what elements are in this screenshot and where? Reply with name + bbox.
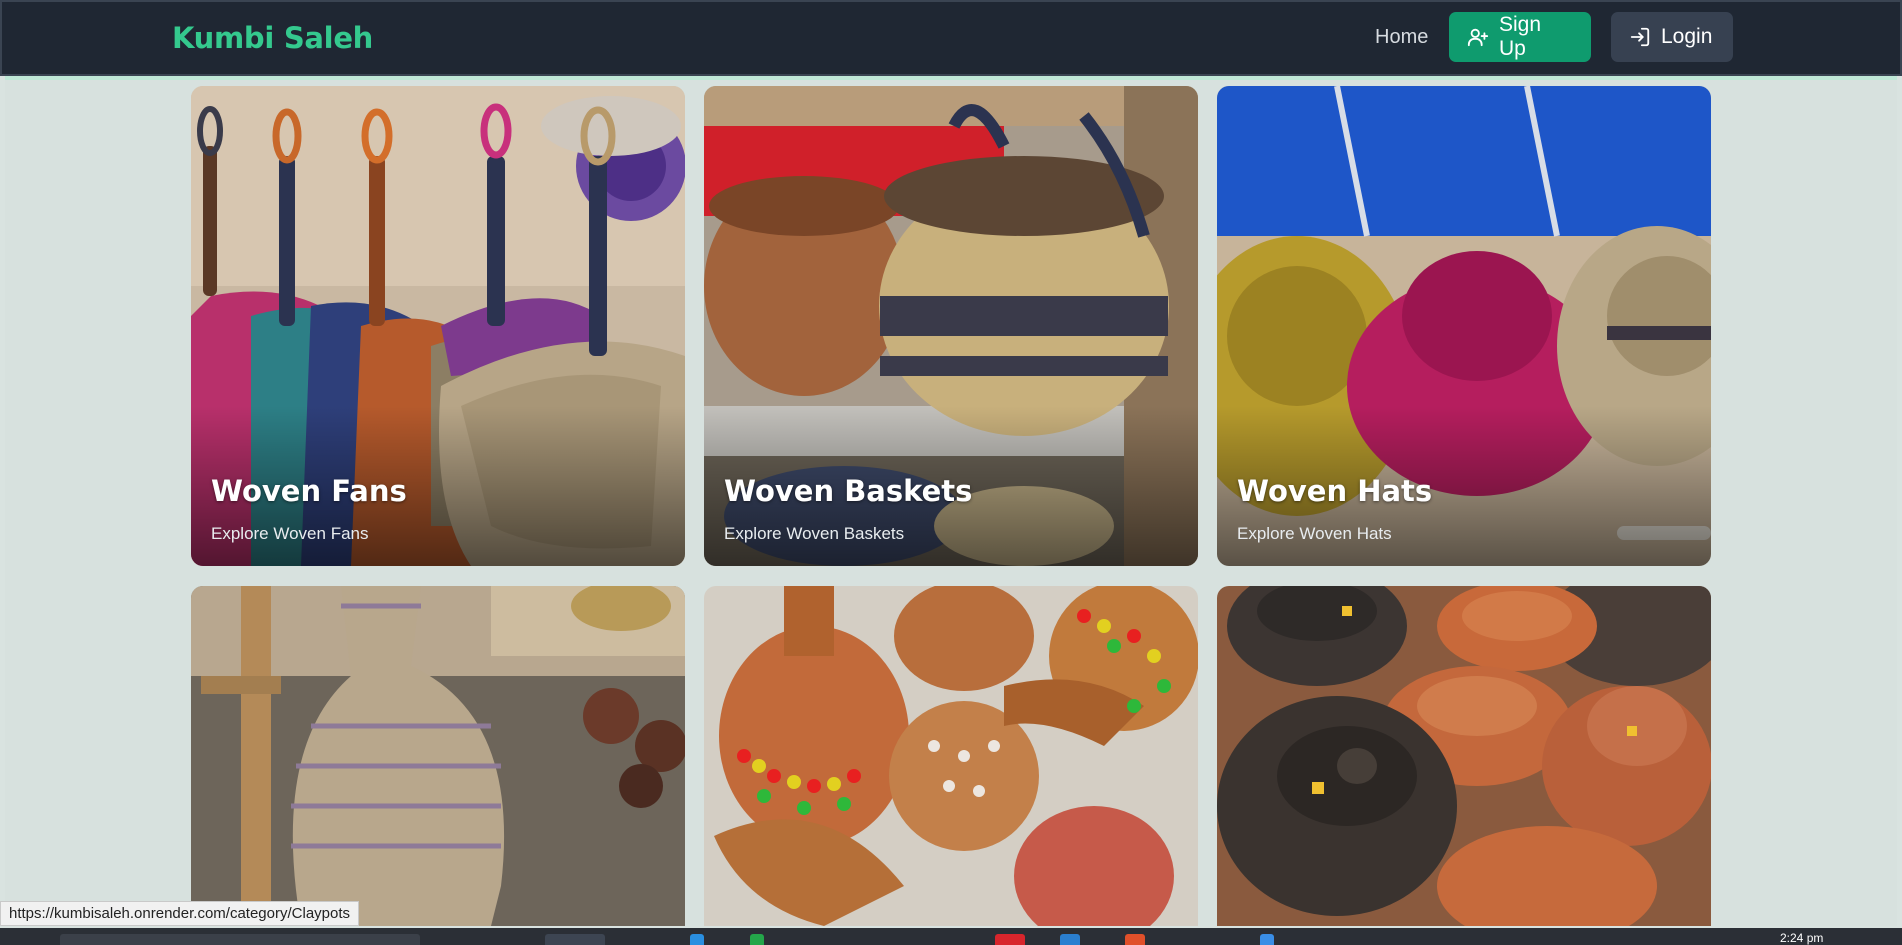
status-bar-url: https://kumbisaleh.onrender.com/category… <box>0 901 360 926</box>
taskbar-app-icon[interactable] <box>750 934 764 945</box>
login-button[interactable]: Login <box>1611 12 1733 62</box>
category-subtitle: Explore Woven Baskets <box>724 524 905 543</box>
signup-label: Sign Up <box>1499 13 1542 60</box>
category-card-woven-baskets[interactable]: Woven Baskets Explore Woven Baskets <box>704 86 1198 566</box>
category-title: Woven Baskets <box>724 474 973 508</box>
user-plus-icon <box>1467 28 1489 47</box>
category-subtitle: Explore Woven Hats <box>1237 524 1392 543</box>
claypots-image <box>1217 586 1711 926</box>
taskbar-search-box[interactable] <box>60 934 420 945</box>
taskbar-clock: 2:24 pm <box>1780 931 1824 945</box>
taskbar-app-icon[interactable] <box>1125 934 1145 945</box>
category-card-claypots[interactable] <box>1217 586 1711 926</box>
taskbar-app-icon[interactable] <box>545 934 605 945</box>
category-card-beaded-gourds[interactable] <box>704 586 1198 926</box>
category-card-woven-fans[interactable]: Woven Fans Explore Woven Fans <box>191 86 685 566</box>
nav-home-link[interactable]: Home <box>1375 26 1428 49</box>
woven-vase-image <box>191 586 685 926</box>
taskbar-app-icon[interactable] <box>1060 934 1080 945</box>
brand-logo[interactable]: Kumbi Saleh <box>172 21 373 55</box>
signup-button[interactable]: Sign Up <box>1449 12 1591 62</box>
taskbar-app-icon[interactable] <box>690 934 704 945</box>
login-label: Login <box>1661 25 1713 48</box>
category-subtitle: Explore Woven Fans <box>211 524 369 543</box>
taskbar-app-icon[interactable] <box>995 934 1025 945</box>
login-arrow-icon <box>1630 27 1650 47</box>
category-card-woven-vase[interactable] <box>191 586 685 926</box>
navbar: Kumbi Saleh Home Sign Up Login <box>0 0 1902 76</box>
category-title: Woven Hats <box>1237 474 1433 508</box>
beaded-gourds-image <box>704 586 1198 926</box>
category-title: Woven Fans <box>211 474 407 508</box>
taskbar-app-icon[interactable] <box>1260 934 1274 945</box>
category-card-woven-hats[interactable]: Woven Hats Explore Woven Hats <box>1217 86 1711 566</box>
